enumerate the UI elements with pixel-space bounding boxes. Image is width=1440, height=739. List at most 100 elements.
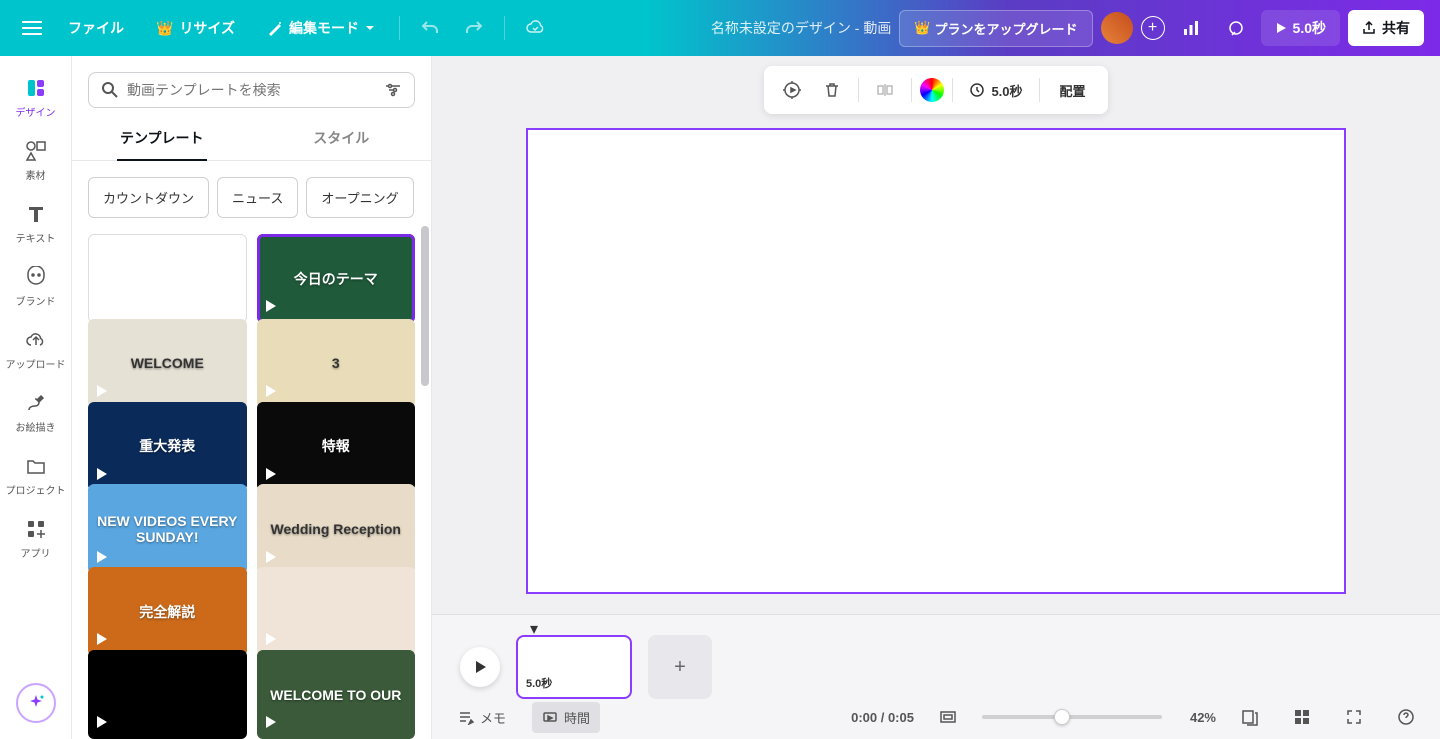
- template-card-label: 3: [326, 355, 346, 371]
- cloud-sync-button[interactable]: [517, 10, 553, 46]
- canvas-toolbar: 5.0秒 配置: [764, 66, 1107, 114]
- design-icon: [24, 76, 48, 100]
- rail-projects[interactable]: プロジェクト: [4, 446, 68, 505]
- arrange-button[interactable]: 配置: [1048, 72, 1098, 108]
- search-icon: [101, 81, 119, 99]
- chip-countdown[interactable]: カウントダウン: [88, 177, 209, 218]
- play-icon: [94, 467, 112, 485]
- rail-elements[interactable]: 素材: [4, 131, 68, 190]
- animation-button[interactable]: [774, 72, 810, 108]
- timeline-clip[interactable]: 5.0秒: [516, 635, 632, 699]
- add-clip-button[interactable]: +: [648, 635, 712, 699]
- comment-icon: [1226, 19, 1244, 37]
- scrollbar[interactable]: [421, 226, 429, 386]
- template-card[interactable]: 特報: [257, 402, 416, 491]
- pages-view-button[interactable]: [1232, 699, 1268, 735]
- rail-draw[interactable]: お絵描き: [4, 383, 68, 442]
- fit-icon: [939, 708, 957, 726]
- notes-label: メモ: [480, 708, 506, 727]
- play-icon: [263, 550, 281, 568]
- template-card[interactable]: 3: [257, 319, 416, 408]
- comments-button[interactable]: [1217, 10, 1253, 46]
- zoom-slider-thumb[interactable]: [1054, 709, 1070, 725]
- notes-button[interactable]: メモ: [448, 702, 516, 733]
- preview-button[interactable]: 5.0秒: [1261, 10, 1340, 46]
- grid-icon: [1293, 708, 1311, 726]
- clip-duration-value: 5.0秒: [991, 81, 1022, 100]
- rail-brand-label: ブランド: [16, 293, 56, 308]
- resize-button[interactable]: 👑 リサイズ: [144, 10, 247, 46]
- template-card[interactable]: [88, 650, 247, 739]
- rail-design-label: デザイン: [16, 104, 56, 119]
- sparkle-icon: [26, 693, 46, 713]
- template-card[interactable]: [257, 567, 416, 656]
- clip-duration-label: 5.0秒: [526, 675, 552, 691]
- user-avatar[interactable]: [1101, 12, 1133, 44]
- tab-templates[interactable]: テンプレート: [72, 116, 252, 160]
- undo-icon: [421, 19, 439, 37]
- zoom-slider[interactable]: [982, 715, 1162, 719]
- redo-icon: [465, 19, 483, 37]
- rail-upload[interactable]: アップロード: [4, 320, 68, 379]
- file-menu[interactable]: ファイル: [56, 10, 136, 46]
- magic-button[interactable]: [16, 683, 56, 723]
- search-input[interactable]: [127, 82, 376, 98]
- play-icon: [94, 715, 112, 733]
- cloud-check-icon: [525, 18, 545, 38]
- rail-text[interactable]: テキスト: [4, 194, 68, 253]
- tab-styles[interactable]: スタイル: [252, 116, 432, 160]
- play-icon: [94, 550, 112, 568]
- grid-view-button[interactable]: [1284, 699, 1320, 735]
- rail-apps[interactable]: アプリ: [4, 509, 68, 568]
- upgrade-label: プランをアップグレード: [935, 19, 1078, 38]
- rail-brand[interactable]: ブランド: [4, 257, 68, 316]
- fit-button[interactable]: [930, 699, 966, 735]
- redo-button[interactable]: [456, 10, 492, 46]
- rail-design[interactable]: デザイン: [4, 68, 68, 127]
- template-card[interactable]: 重大発表: [88, 402, 247, 491]
- search-box[interactable]: [88, 72, 415, 108]
- play-icon: [94, 632, 112, 650]
- text-icon: [24, 202, 48, 226]
- template-card[interactable]: 今日のテーマ: [257, 234, 416, 323]
- undo-button[interactable]: [412, 10, 448, 46]
- split-button[interactable]: [867, 72, 903, 108]
- play-icon: [263, 632, 281, 650]
- analytics-button[interactable]: [1173, 10, 1209, 46]
- help-button[interactable]: [1388, 699, 1424, 735]
- main-menu-button[interactable]: [16, 12, 48, 44]
- document-title[interactable]: 名称未設定のデザイン - 動画: [711, 18, 891, 38]
- template-card[interactable]: [88, 234, 247, 323]
- template-card-label: 特報: [316, 436, 356, 456]
- draw-icon: [24, 391, 48, 415]
- rail-elements-label: 素材: [26, 167, 46, 182]
- template-card[interactable]: NEW VIDEOS EVERY SUNDAY!: [88, 484, 247, 573]
- chip-opening[interactable]: オープニング: [306, 177, 413, 218]
- delete-button[interactable]: [814, 72, 850, 108]
- crown-icon: 👑: [156, 20, 173, 37]
- share-button[interactable]: 共有: [1348, 10, 1424, 46]
- rail-upload-label: アップロード: [6, 356, 66, 371]
- template-card[interactable]: WELCOME: [88, 319, 247, 408]
- rail-draw-label: お絵描き: [16, 419, 56, 434]
- hamburger-icon: [22, 18, 42, 38]
- template-card-label: Wedding Reception: [265, 521, 407, 537]
- filter-icon[interactable]: [384, 81, 402, 99]
- edit-mode-label: 編集モード: [289, 18, 359, 38]
- fullscreen-button[interactable]: [1336, 699, 1372, 735]
- clip-duration-button[interactable]: 5.0秒: [961, 81, 1030, 100]
- chip-news[interactable]: ニュース: [217, 177, 298, 218]
- add-collaborator-button[interactable]: +: [1141, 16, 1165, 40]
- background-color-button[interactable]: [920, 78, 944, 102]
- rail-text-label: テキスト: [16, 230, 56, 245]
- canvas-artboard[interactable]: [526, 128, 1346, 594]
- template-card[interactable]: Wedding Reception: [257, 484, 416, 573]
- notes-icon: [458, 709, 474, 725]
- timeline-play-button[interactable]: [460, 647, 500, 687]
- upgrade-button[interactable]: 👑 プランをアップグレード: [899, 10, 1092, 47]
- edit-mode-button[interactable]: 編集モード: [255, 10, 387, 46]
- template-card[interactable]: 完全解説: [88, 567, 247, 656]
- time-button[interactable]: 時間: [532, 702, 600, 733]
- template-card-label: 完全解説: [133, 602, 201, 622]
- template-card[interactable]: WELCOME TO OUR: [257, 650, 416, 739]
